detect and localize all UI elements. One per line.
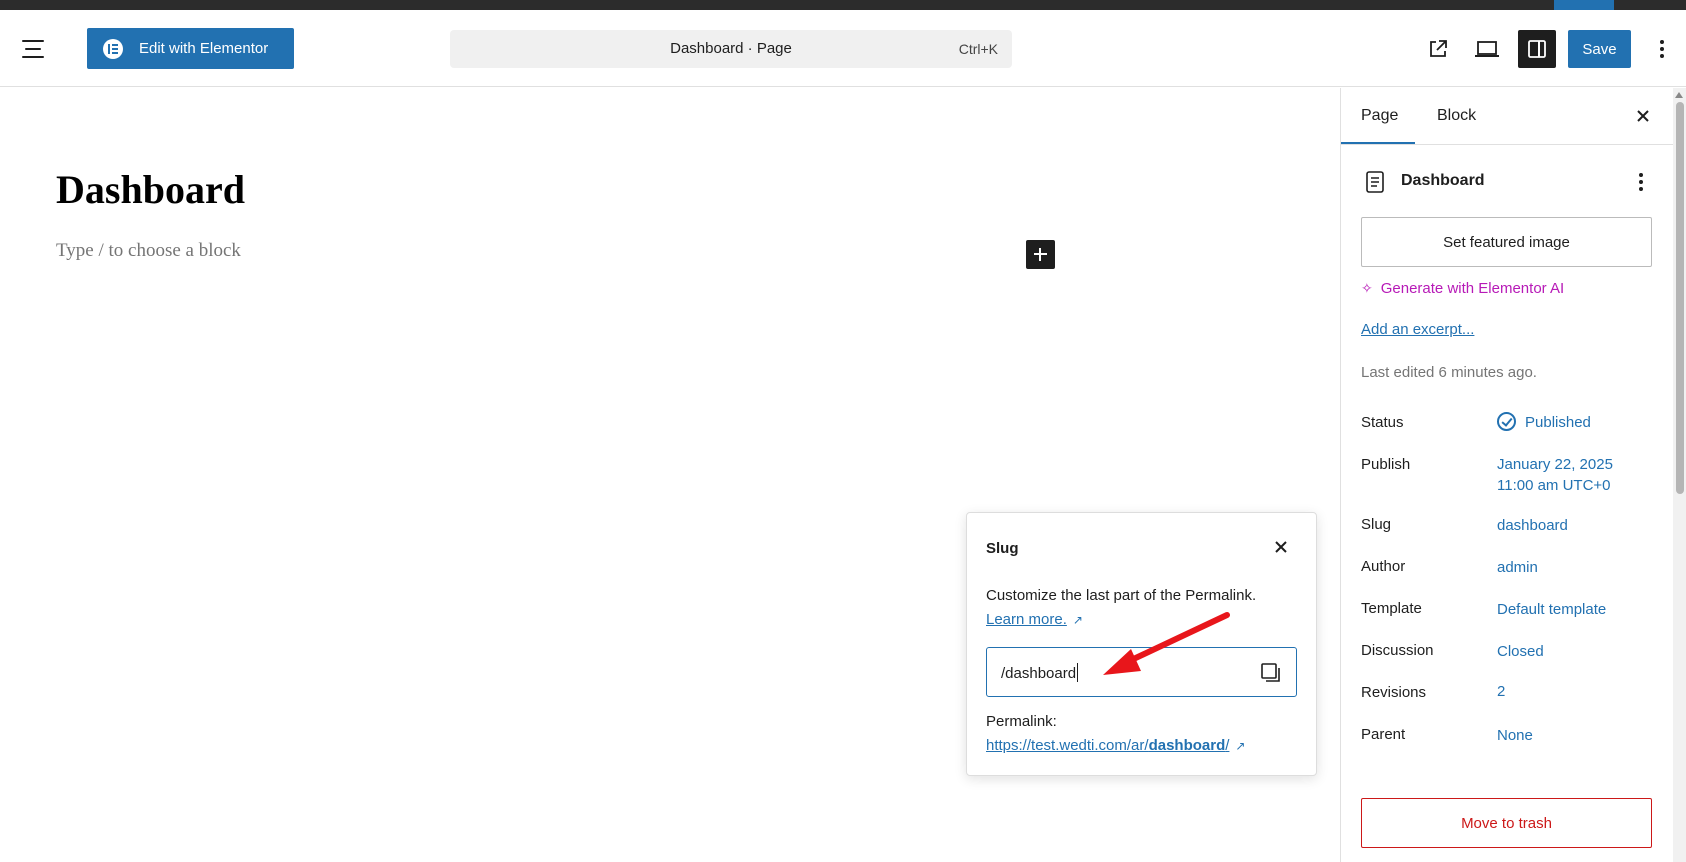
permalink-prefix: https://test.wedti.com/ar/	[986, 737, 1149, 754]
permalink-suffix: /	[1225, 737, 1230, 754]
learn-more-label: Learn more.	[986, 611, 1067, 628]
add-excerpt-link[interactable]: Add an excerpt...	[1361, 321, 1474, 338]
generate-ai-label: Generate with Elementor AI	[1380, 280, 1565, 297]
published-check-icon	[1497, 412, 1516, 431]
revisions-label: Revisions	[1361, 684, 1427, 701]
publish-date-value[interactable]: January 22, 2025 11:00 am UTC+0	[1497, 454, 1613, 496]
document-title: Dashboard	[1401, 172, 1485, 189]
browser-top-strip	[0, 0, 1686, 10]
learn-more-link[interactable]: Learn more. ↗	[986, 611, 1083, 628]
text-caret	[1077, 663, 1079, 682]
command-palette-bar[interactable]: Dashboard · Page Ctrl+K	[450, 30, 1012, 68]
sidebar-toggle-icon[interactable]	[1518, 30, 1556, 68]
editor-header: Edit with Elementor Dashboard · Page Ctr…	[0, 10, 1686, 87]
last-edited-text: Last edited 6 minutes ago.	[1361, 364, 1537, 381]
slug-description: Customize the last part of the Permalink…	[986, 587, 1257, 604]
save-button[interactable]: Save	[1568, 30, 1631, 68]
permalink-slug: dashboard	[1148, 737, 1226, 754]
slug-popover: Slug Customize the last part of the Perm…	[966, 512, 1317, 776]
status-value-label: Published	[1525, 414, 1591, 431]
active-tab-indicator	[1341, 142, 1415, 144]
status-label: Status	[1361, 414, 1404, 431]
parent-label: Parent	[1361, 726, 1406, 743]
sidebar-scrollbar[interactable]	[1673, 88, 1686, 862]
discussion-value[interactable]: Closed	[1497, 641, 1544, 662]
copy-icon[interactable]	[1259, 661, 1283, 685]
sparkle-icon: ✧	[1361, 280, 1373, 296]
generate-with-ai-button[interactable]: ✧ Generate with Elementor AI	[1361, 280, 1564, 297]
slug-value[interactable]: dashboard	[1497, 515, 1568, 536]
tab-page[interactable]: Page	[1361, 107, 1398, 125]
move-to-trash-button[interactable]: Move to trash	[1361, 798, 1652, 848]
publish-label: Publish	[1361, 456, 1411, 473]
edit-with-elementor-label: Edit with Elementor	[139, 40, 269, 57]
edit-with-elementor-button[interactable]: Edit with Elementor	[87, 28, 294, 69]
document-title-label: Dashboard · Page	[670, 40, 792, 57]
author-label: Author	[1361, 558, 1406, 575]
permalink-label: Permalink:	[986, 713, 1057, 730]
document-summary: Dashboard	[1361, 168, 1656, 196]
close-icon[interactable]	[1631, 104, 1655, 128]
settings-sidebar: Page Block Dashboard Set featured image …	[1340, 88, 1674, 862]
slug-label: Slug	[1361, 516, 1392, 533]
sidebar-tabs: Page Block	[1341, 88, 1674, 145]
add-block-plus-icon[interactable]	[1026, 240, 1055, 269]
slug-popover-title: Slug	[986, 540, 1019, 557]
desktop-preview-icon[interactable]	[1468, 30, 1506, 68]
page-title[interactable]: Dashboard	[56, 166, 245, 213]
more-vertical-icon[interactable]	[1629, 168, 1653, 196]
block-placeholder[interactable]: Type / to choose a block	[56, 240, 241, 262]
permalink-link[interactable]: https://test.wedti.com/ar/dashboard/ ↗	[986, 737, 1245, 754]
external-arrow-icon: ↗	[1235, 739, 1246, 753]
discussion-label: Discussion	[1361, 642, 1434, 659]
template-value[interactable]: Default template	[1497, 599, 1606, 620]
scroll-thumb[interactable]	[1676, 102, 1684, 494]
page-document-icon	[1365, 170, 1385, 194]
slug-input-value: /dashboard	[1001, 665, 1077, 682]
template-label: Template	[1361, 600, 1422, 617]
scroll-up-arrow-icon[interactable]	[1675, 92, 1683, 98]
command-shortcut: Ctrl+K	[958, 41, 998, 57]
tab-block[interactable]: Block	[1437, 107, 1476, 125]
status-value[interactable]: Published	[1497, 412, 1591, 433]
author-value[interactable]: admin	[1497, 557, 1538, 578]
top-strip-accent	[1554, 0, 1614, 10]
external-arrow-icon: ↗	[1072, 613, 1083, 627]
publish-date: January 22, 2025	[1497, 456, 1613, 473]
close-icon[interactable]	[1269, 535, 1293, 559]
more-options-icon[interactable]	[1650, 30, 1674, 68]
set-featured-image-button[interactable]: Set featured image	[1361, 217, 1652, 267]
parent-value[interactable]: None	[1497, 725, 1533, 746]
slug-input[interactable]: /dashboard	[986, 647, 1297, 697]
hamburger-icon[interactable]	[22, 38, 48, 60]
publish-time: 11:00 am UTC+0	[1497, 477, 1611, 494]
revisions-value[interactable]: 2	[1497, 681, 1505, 702]
external-link-icon[interactable]	[1419, 30, 1457, 68]
elementor-logo-icon	[103, 38, 123, 59]
